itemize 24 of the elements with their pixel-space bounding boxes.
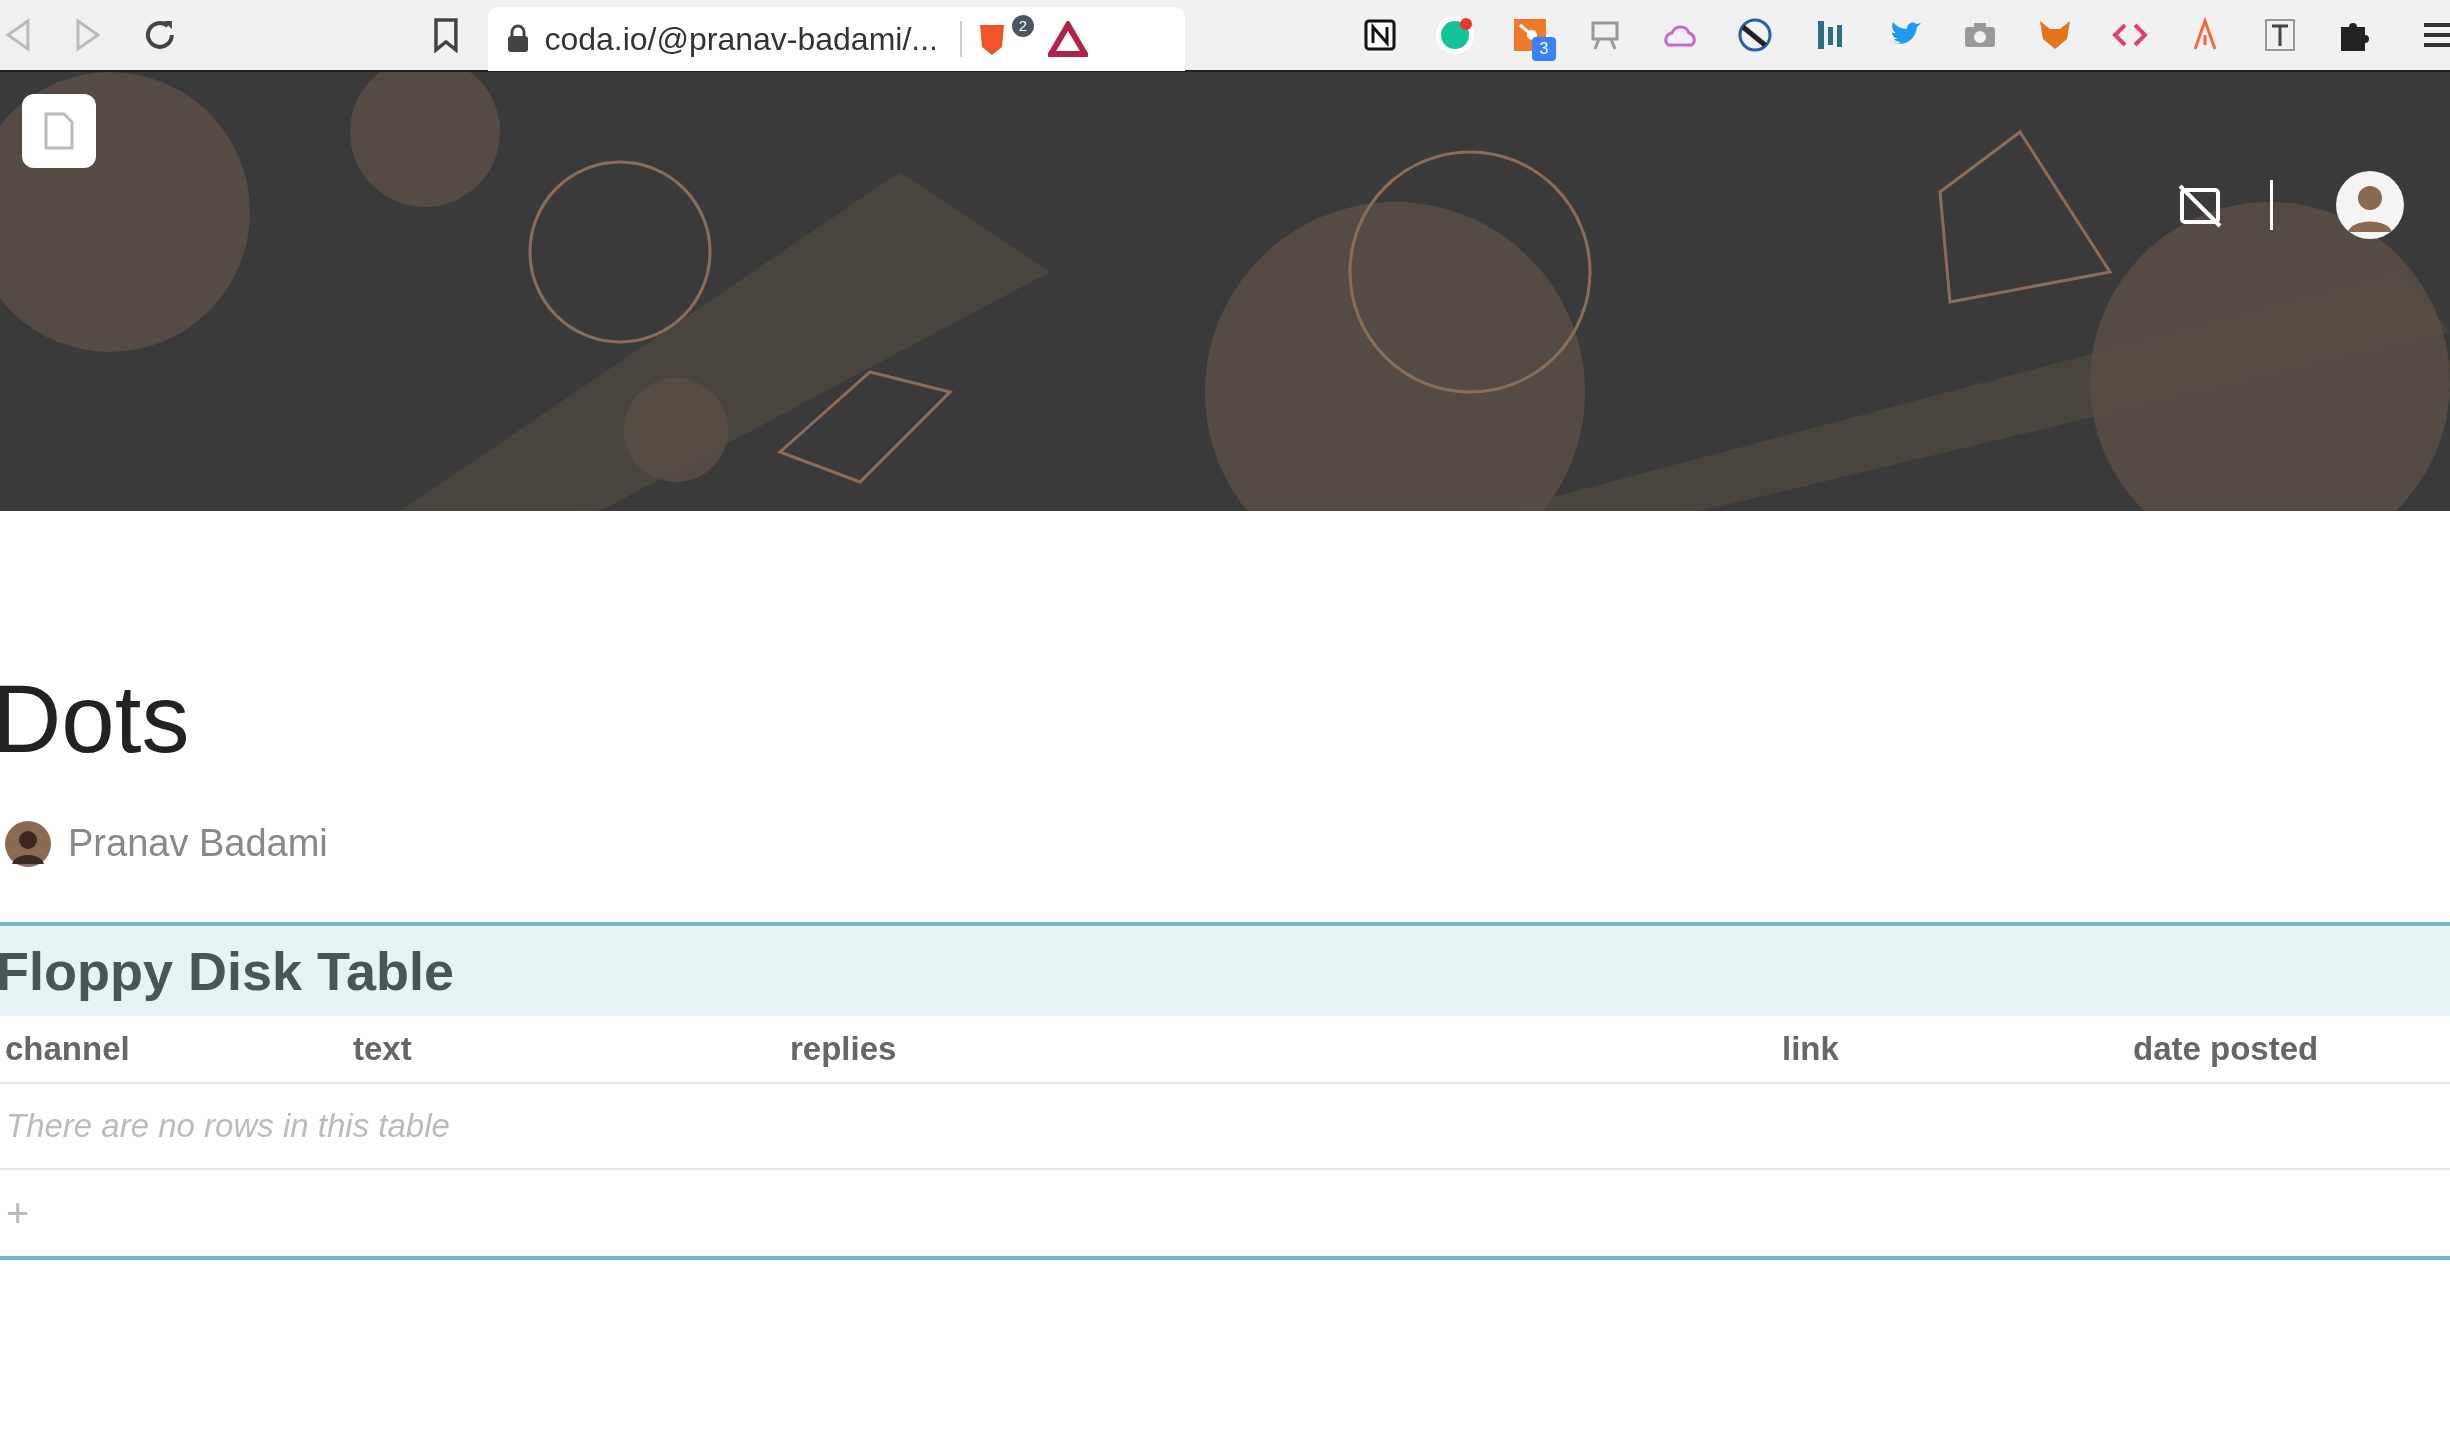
document-button[interactable] [22, 94, 96, 168]
column-header[interactable]: link [1782, 1024, 1839, 1074]
shield-badge: 2 [1011, 15, 1034, 37]
shield-button[interactable]: 2 [975, 15, 1034, 63]
column-header[interactable]: date posted [2133, 1024, 2319, 1074]
document-title: Dots [0, 671, 191, 767]
author-name[interactable]: Pranav Badami [68, 815, 328, 872]
no-image-icon[interactable] [2178, 184, 2222, 228]
column-header[interactable]: channel [5, 1024, 130, 1074]
circle-letter-icon[interactable] [1435, 15, 1475, 55]
page-icon [44, 112, 74, 150]
address-bar[interactable]: coda.io/@pranav-badami/... 2 [488, 7, 1185, 71]
avatar-icon [4, 819, 52, 868]
table-title: Floppy Disk Table [0, 939, 455, 1003]
empty-table-message: There are no rows in this table [6, 1106, 450, 1147]
lock-icon [506, 24, 531, 54]
column-header[interactable]: replies [790, 1024, 897, 1074]
divider-line [2270, 180, 2273, 230]
avatar-icon[interactable] [2335, 170, 2405, 240]
triangle-icon[interactable] [1047, 21, 1088, 57]
extension-badge: 3 [1532, 37, 1556, 61]
url-text: coda.io/@pranav-badami/... [544, 20, 938, 59]
bookmark-icon[interactable] [432, 17, 459, 53]
column-header[interactable]: text [353, 1024, 412, 1074]
